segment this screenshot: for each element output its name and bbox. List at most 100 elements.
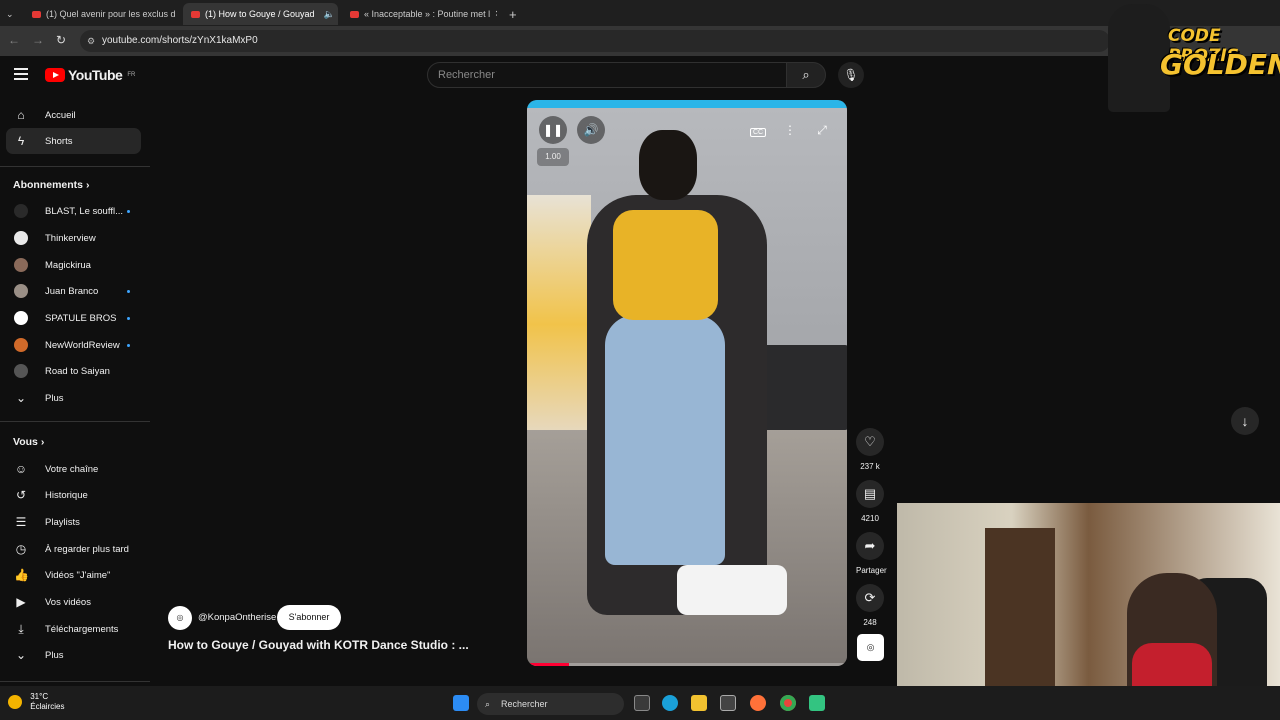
sidebar-item-subscription[interactable]: Road to Saiyan [6,358,141,384]
channel-avatar [14,284,28,298]
site-info-icon[interactable]: ⚙ [87,30,95,52]
task-view-icon[interactable] [634,695,650,711]
microphone-icon: 🎙 [843,68,859,82]
video-scene [605,315,725,565]
search-button[interactable]: ⌕ [786,62,826,88]
tab-0[interactable]: (1) Quel avenir pour les exclus d × [24,3,179,25]
video-scene [527,100,847,108]
subscribe-button[interactable]: S'abonner [277,605,341,630]
tab-2[interactable]: « Inacceptable » : Poutine met l × [342,3,497,25]
playback-speed[interactable]: 1.00 [537,148,569,166]
video-icon: ▶ [16,595,26,609]
edge-browser-icon[interactable] [662,695,678,711]
volume-icon: 🔊 [583,123,599,137]
more-options-button[interactable]: ⋮ [776,116,804,144]
more-vertical-icon: ⋮ [784,123,796,137]
volume-button[interactable]: 🔊 [577,116,605,144]
promo-code-overlay: CODE PROZIS GOLDENG [1108,4,1280,112]
user-icon: ☺ [14,462,28,476]
sidebar-item-subscription[interactable]: Juan Branco [6,278,141,304]
menu-icon[interactable] [14,68,28,83]
tab-1[interactable]: (1) How to Gouye / Gouyad 🔈 × [183,3,338,25]
sidebar-item-subscription[interactable]: NewWorldReview [6,332,141,358]
fullscreen-button[interactable]: ⤢ [808,116,836,144]
new-content-dot [127,289,130,293]
short-video-player[interactable]: ❚❚ 🔊 CC ⋮ ⤢ 1.00 [527,100,847,666]
subscriptions-heading[interactable]: Abonnements › [13,179,89,191]
reload-icon[interactable]: ↻ [56,33,66,47]
divider [0,166,150,167]
like-action[interactable]: ♡ 237 k [856,428,884,471]
forward-icon[interactable]: → [32,33,44,47]
sidebar-item-shorts[interactable]: ϟ Shorts [6,128,141,154]
tab-list-button[interactable]: ⌄ [0,3,22,25]
address-bar-row: ← → ↻ ⚙ youtube.com/shorts/zYnX1kaMxP0 [0,26,1280,56]
new-content-dot [127,343,130,347]
sidebar-item-your-channel[interactable]: ☺ Votre chaîne [6,456,141,482]
sound-thumbnail[interactable]: ◎ [857,634,884,661]
channel-avatar [14,231,28,245]
video-title[interactable]: How to Gouye / Gouyad with KOTR Dance St… [168,638,488,652]
channel-avatar[interactable]: ◎ [168,606,192,630]
arrow-down-icon: ↓ [1241,413,1249,429]
sidebar-item-downloads[interactable]: ⤓ Téléchargements [6,616,141,642]
sidebar-item-more-subscriptions[interactable]: ⌄ Plus [6,385,141,411]
windows-start-icon[interactable] [453,695,469,711]
sidebar-item-more-you[interactable]: ⌄ Plus [6,642,141,668]
comment-action[interactable]: ▤ 4210 [856,480,884,523]
playlist-icon: ☰ [15,515,27,529]
history-icon: ↺ [15,488,27,502]
chevron-down-icon: ⌄ [6,8,14,19]
heart-icon[interactable]: ♡ [856,428,884,456]
share-action[interactable]: ➦ Partager [856,532,887,575]
remix-icon[interactable]: ⟳ [856,584,884,612]
video-scene [613,210,718,320]
sidebar-item-subscription[interactable]: Magickirua [6,252,141,278]
share-icon[interactable]: ➦ [856,532,884,560]
youtube-logo[interactable]: YouTube FR [45,67,135,83]
sidebar-item-your-videos[interactable]: ▶ Vos vidéos [6,589,141,615]
comment-icon[interactable]: ▤ [856,480,884,508]
url-field[interactable]: ⚙ youtube.com/shorts/zYnX1kaMxP0 [80,30,1110,52]
you-heading[interactable]: Vous › [13,436,44,448]
store-icon[interactable] [720,695,736,711]
firefox-icon[interactable] [750,695,766,711]
video-scene [527,195,591,430]
shorts-icon: ϟ [17,134,25,148]
chrome-icon[interactable] [780,695,796,711]
sidebar-item-watch-later[interactable]: ◷ À regarder plus tard [6,536,141,562]
sidebar-item-subscription[interactable]: SPATULE BROS [6,305,141,331]
sidebar-item-history[interactable]: ↺ Historique [6,482,141,508]
divider [0,681,150,682]
pause-button[interactable]: ❚❚ [539,116,567,144]
expand-icon: ⤢ [817,123,827,137]
browser-tab-bar: ⌄ (1) Quel avenir pour les exclus d × (1… [0,0,1280,26]
progress-bar[interactable] [527,663,847,666]
voice-search-button[interactable]: 🎙 [838,62,864,88]
file-explorer-icon[interactable] [691,695,707,711]
weather-sun-icon [8,695,22,709]
remix-action[interactable]: ⟳ 248 [856,584,884,627]
taskbar-search[interactable]: ⌕ Rechercher [477,693,624,715]
youtube-favicon-icon [191,10,200,18]
close-tab-icon[interactable]: × [495,8,497,20]
search-icon: ⌕ [802,67,810,82]
weather-widget[interactable]: 31°C Éclaircies [8,692,64,712]
search-input[interactable]: Rechercher [427,62,787,88]
youtube-favicon-icon [32,10,41,18]
next-short-button[interactable]: ↓ [1231,407,1259,435]
channel-logo-icon: ◎ [866,642,875,652]
sidebar-item-playlists[interactable]: ☰ Playlists [6,509,141,535]
back-icon[interactable]: ← [8,33,20,47]
captions-button[interactable]: CC [744,116,772,144]
new-tab-button[interactable]: + [501,3,521,25]
sidebar-item-subscription[interactable]: BLAST, Le souffl... [6,198,141,224]
thumb-up-icon: 👍 [14,568,29,582]
channel-avatar [14,258,28,272]
sidebar-item-home[interactable]: ⌂ Accueil [6,102,141,128]
sidebar-item-subscription[interactable]: Thinkerview [6,225,141,251]
sidebar-item-liked-videos[interactable]: 👍 Vidéos "J'aime" [6,562,141,588]
speaker-icon: 🔈 [323,8,335,19]
app-icon[interactable] [809,695,825,711]
channel-name[interactable]: @KonpaOntherise [198,612,276,623]
